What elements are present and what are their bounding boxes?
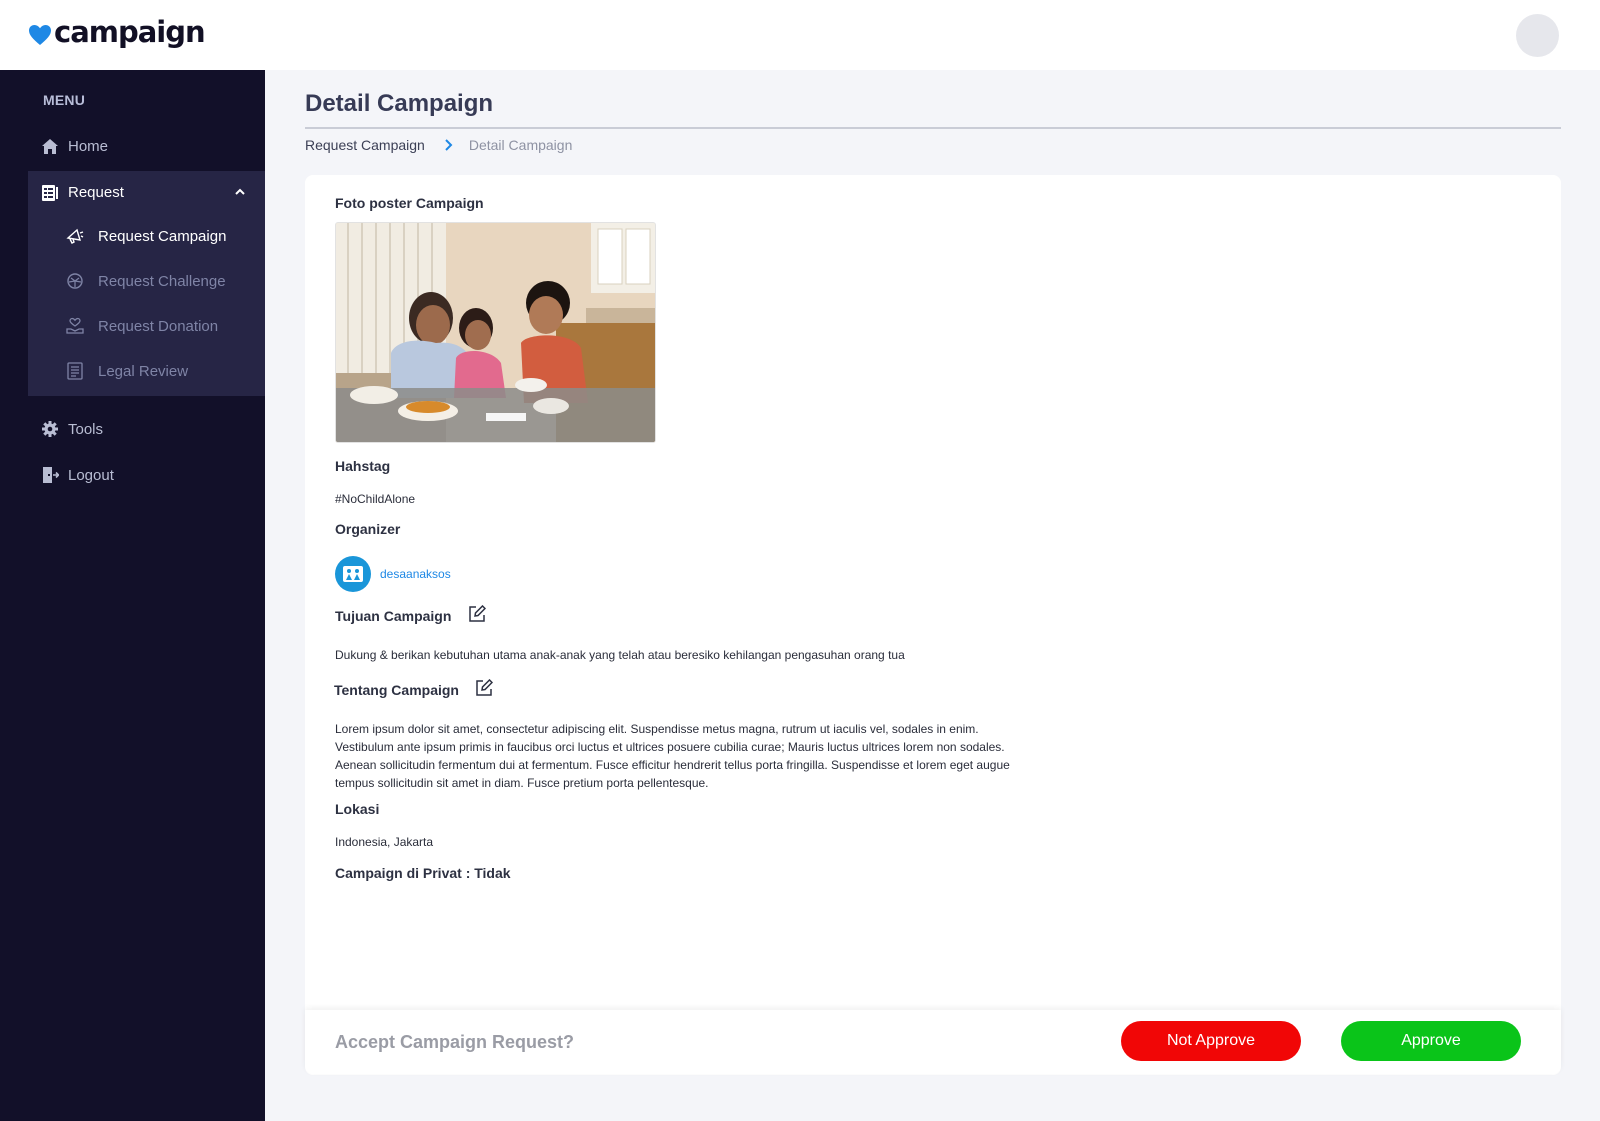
campaign-detail-card: Foto poster Campaign Hahstag #NoChildAlo… <box>305 175 1561 1075</box>
sidebar-item-request[interactable]: Request <box>28 171 265 215</box>
sidebar-item-request-donation[interactable]: Request Donation <box>28 306 265 346</box>
location-value: Indonesia, Jakarta <box>335 835 434 849</box>
edit-about-icon[interactable] <box>475 678 494 697</box>
sidebar-item-home[interactable]: Home <box>0 125 265 167</box>
sidebar-item-request-campaign[interactable]: Request Campaign <box>28 216 265 256</box>
app-logo[interactable]: campaign <box>28 15 206 49</box>
about-label: Tentang Campaign <box>334 682 459 698</box>
hashtag-value: #NoChildAlone <box>335 492 416 506</box>
not-approve-button[interactable]: Not Approve <box>1121 1021 1301 1061</box>
organizer-logo <box>335 556 371 592</box>
request-list-icon <box>41 184 59 202</box>
sidebar-item-legal-review[interactable]: Legal Review <box>28 351 265 391</box>
approval-question: Accept Campaign Request? <box>335 1032 575 1052</box>
sidebar-item-label: Logout <box>68 466 114 484</box>
document-icon <box>66 362 84 380</box>
gear-icon <box>41 420 59 438</box>
chevron-up-icon[interactable] <box>233 185 247 199</box>
home-icon <box>41 137 59 155</box>
sidebar-item-logout[interactable]: Logout <box>0 454 265 496</box>
sidebar-item-label: Request Challenge <box>98 273 226 290</box>
breadcrumb-link-request-campaign[interactable]: Request Campaign <box>305 137 425 153</box>
heart-icon <box>29 25 51 45</box>
top-bar: campaign <box>0 0 1600 70</box>
location-label: Lokasi <box>335 801 380 817</box>
menu-label: MENU <box>43 92 86 108</box>
sidebar-item-label: Legal Review <box>98 363 189 380</box>
organizer-label: Organizer <box>335 521 401 537</box>
sidebar-item-tools[interactable]: Tools <box>0 408 265 450</box>
sidebar-item-request-challenge[interactable]: Request Challenge <box>28 261 265 301</box>
sidebar-item-label: Request Campaign <box>98 228 227 245</box>
approval-bar: Accept Campaign Request? Not Approve App… <box>305 1010 1561 1074</box>
megaphone-icon <box>66 227 84 245</box>
logout-icon <box>41 466 59 484</box>
sidebar-item-label: Home <box>68 137 109 155</box>
request-submenu: Request Request Campaign Request Challen… <box>28 171 265 396</box>
donation-icon <box>66 317 84 335</box>
organizer-link[interactable]: desaanaksos <box>380 567 451 581</box>
user-avatar[interactable] <box>1516 14 1559 57</box>
sidebar: MENU Home Request Request Campaign Reque… <box>0 70 265 1121</box>
goal-label: Tujuan Campaign <box>335 608 452 624</box>
breadcrumb: Request Campaign Detail Campaign <box>305 137 572 153</box>
edit-goal-icon[interactable] <box>468 604 487 623</box>
goal-value: Dukung & berikan kebutuhan utama anak-an… <box>335 648 905 662</box>
breadcrumb-current: Detail Campaign <box>468 137 573 153</box>
page-title: Detail Campaign <box>305 90 494 117</box>
sidebar-item-label: Request <box>68 184 124 201</box>
chevron-right-icon <box>441 138 455 152</box>
private-status: Campaign di Privat : Tidak <box>335 865 511 881</box>
title-divider <box>305 127 1561 129</box>
sidebar-item-label: Tools <box>68 420 104 438</box>
brand-name: campaign <box>54 15 206 49</box>
hashtag-label: Hahstag <box>335 458 391 474</box>
approve-button[interactable]: Approve <box>1341 1021 1521 1061</box>
about-value: Lorem ipsum dolor sit amet, consectetur … <box>335 722 1010 790</box>
campaign-poster-image <box>335 222 656 443</box>
challenge-icon <box>66 272 84 290</box>
poster-label: Foto poster Campaign <box>335 195 484 211</box>
sidebar-item-label: Request Donation <box>98 318 219 335</box>
